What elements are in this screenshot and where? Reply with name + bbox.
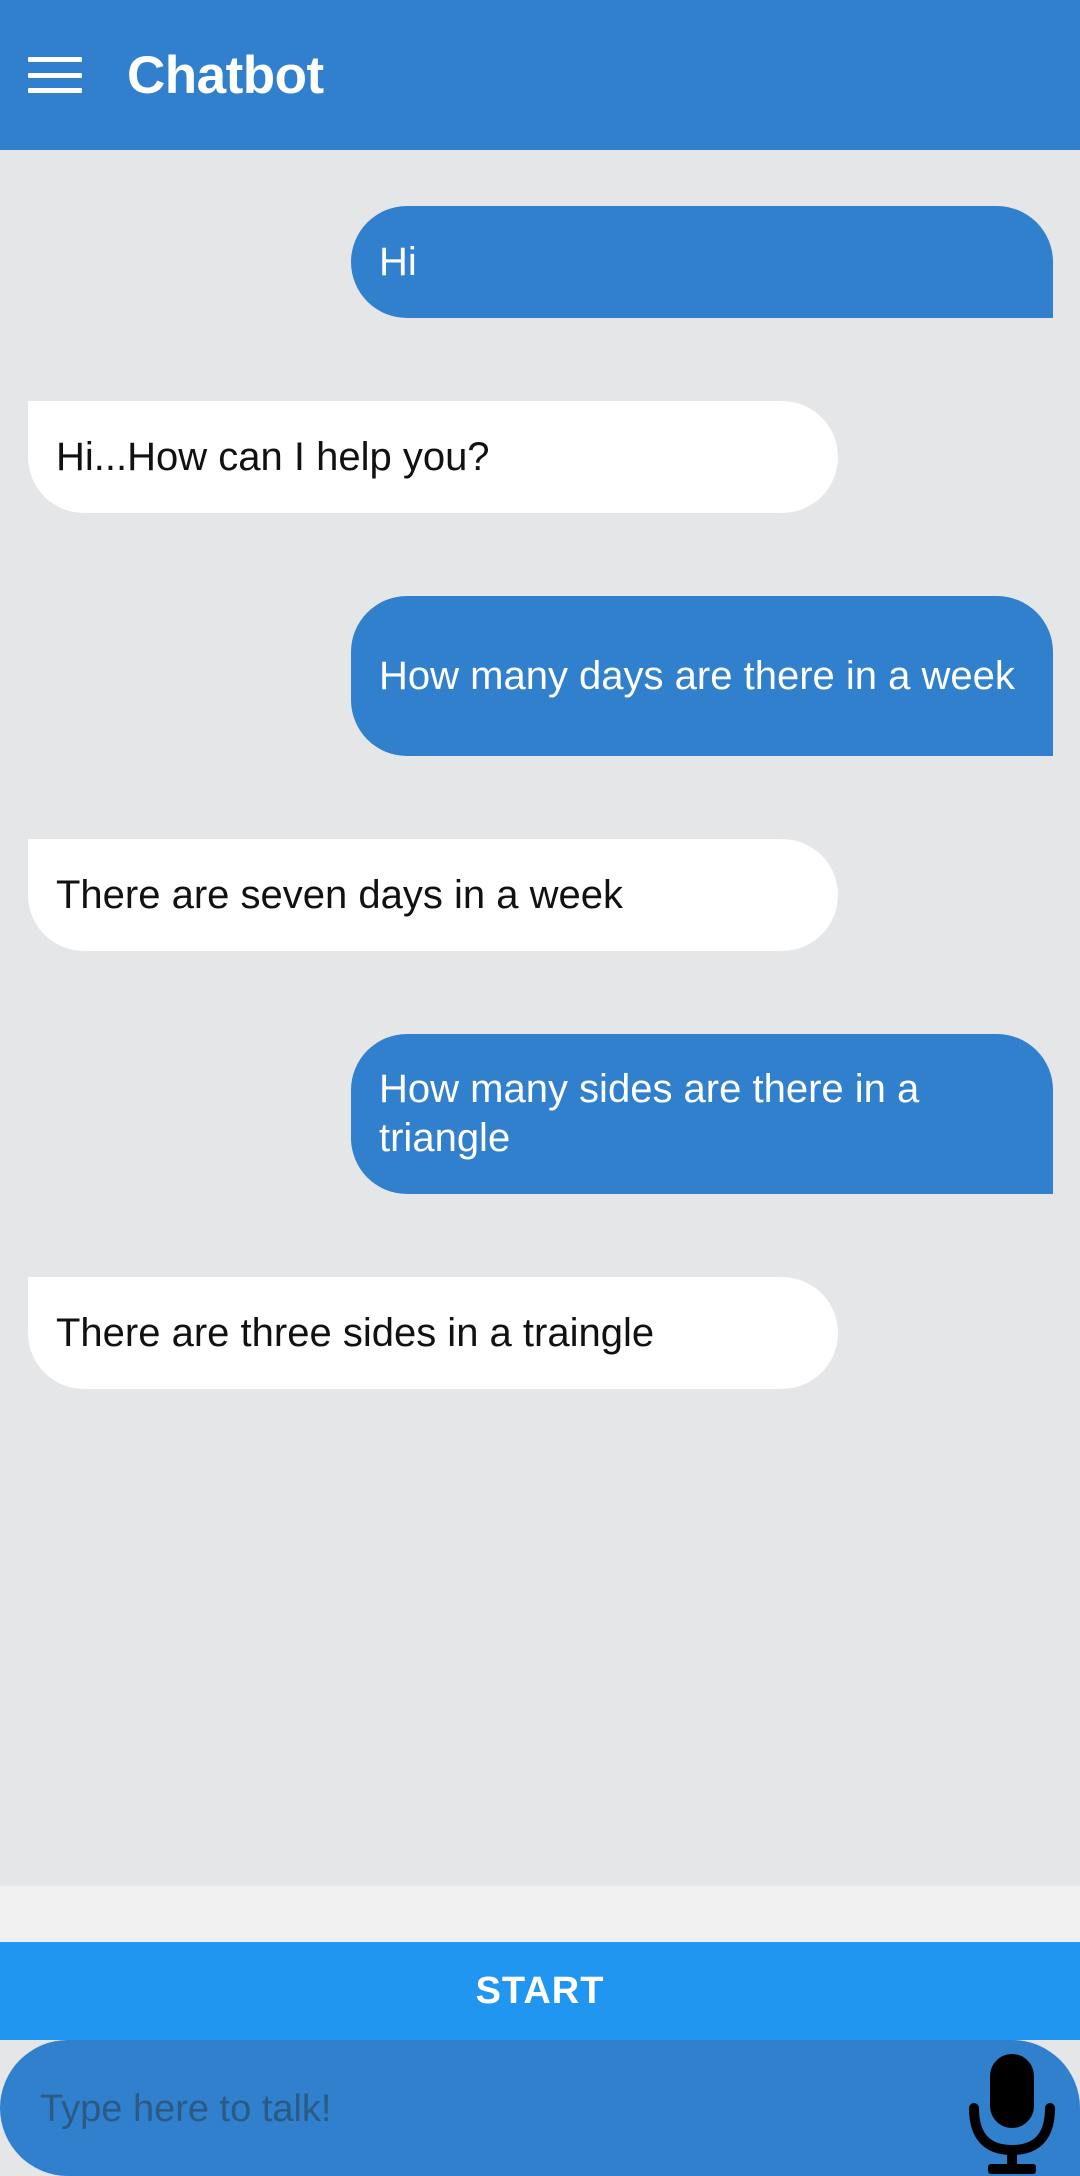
message-text: Hi (379, 239, 417, 284)
hamburger-menu-icon[interactable] (10, 0, 100, 150)
bot-message-bubble: There are three sides in a traingle (28, 1277, 838, 1389)
user-message-bubble: How many days are there in a week (351, 596, 1053, 756)
bot-message-bubble: Hi...How can I help you? (28, 401, 838, 513)
user-message-bubble: Hi (351, 206, 1053, 318)
app-title: Chatbot (127, 45, 324, 105)
start-button[interactable]: START (0, 1942, 1080, 2040)
message-input[interactable] (40, 2074, 920, 2144)
user-message-bubble: How many sides are there in a triangle (351, 1034, 1053, 1194)
microphone-icon[interactable] (960, 2050, 1064, 2176)
message-text: There are three sides in a traingle (56, 1310, 655, 1355)
app-bar: Chatbot (0, 0, 1080, 150)
divider-strip (0, 1886, 1080, 1942)
input-bar (0, 2040, 1080, 2176)
message-text: Hi...How can I help you? (56, 434, 490, 479)
input-container (0, 2040, 1080, 2176)
message-text: How many days are there in a week (379, 653, 1015, 698)
message-text: How many sides are there in a triangle (379, 1067, 920, 1160)
chat-area[interactable]: Hi Hi...How can I help you? How many day… (0, 150, 1080, 1886)
message-text: There are seven days in a week (56, 872, 623, 917)
bot-message-bubble: There are seven days in a week (28, 839, 838, 951)
